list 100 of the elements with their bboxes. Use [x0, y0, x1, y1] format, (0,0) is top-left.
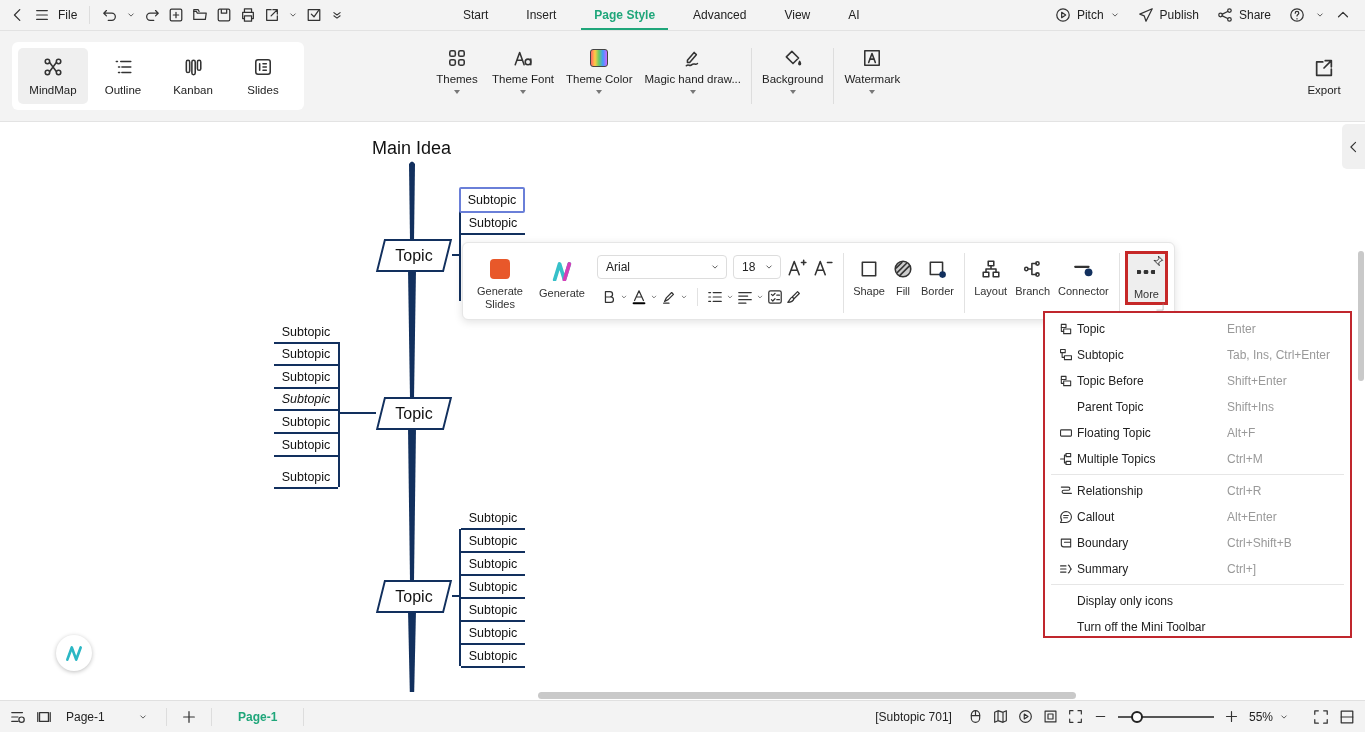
folder-icon[interactable]	[192, 7, 209, 23]
menu-item-label[interactable]: Parent Topic	[1077, 400, 1227, 414]
add-page-icon[interactable]	[181, 708, 197, 725]
font-color-icon[interactable]	[631, 289, 647, 305]
slides-app-icon	[490, 259, 510, 279]
topic-icon	[1059, 348, 1073, 362]
check-document-icon[interactable]	[306, 7, 323, 23]
mode-switch-tab[interactable]: Slides	[228, 48, 298, 104]
border-button[interactable]: Border	[916, 249, 958, 297]
generate-button[interactable]: Generate	[531, 249, 593, 300]
menu-tab[interactable]: Start	[450, 0, 502, 30]
shortcut-text: Shift+Ins	[1227, 400, 1275, 414]
menu-item-label[interactable]: Multiple Topics	[1077, 452, 1227, 466]
menu-item-label[interactable]: Summary	[1077, 562, 1227, 576]
format-painter-icon[interactable]	[786, 289, 802, 305]
caret-icon[interactable]	[126, 10, 137, 20]
export-button[interactable]: Export	[1295, 56, 1353, 96]
menu-item-label[interactable]: Subtopic	[1077, 348, 1227, 362]
caret-icon[interactable]	[650, 293, 658, 301]
publish-button[interactable]: Publish	[1137, 7, 1199, 23]
color-button[interactable]: Theme Color	[560, 48, 639, 94]
share-button[interactable]: Share	[1216, 7, 1271, 23]
file-menu[interactable]: File	[58, 8, 78, 22]
caret-icon[interactable]	[1315, 10, 1325, 20]
shortcut-text: Tab, Ins, Ctrl+Enter	[1227, 348, 1331, 362]
background-button[interactable]: Background	[756, 48, 830, 94]
themes-button[interactable]: Themes	[428, 48, 486, 94]
numbered-list-icon[interactable]	[707, 289, 723, 305]
subtopic-node[interactable]: Subtopic	[459, 187, 525, 213]
shortcut-text: Ctrl+]	[1227, 562, 1256, 576]
font-size-dropdown[interactable]: 18	[733, 255, 781, 279]
boundary-icon	[1059, 536, 1073, 550]
horizontal-scrollbar[interactable]	[538, 692, 1076, 699]
brace-icon	[1059, 562, 1073, 576]
save-icon[interactable]	[216, 7, 233, 23]
caret-icon	[764, 262, 774, 272]
menu-tab[interactable]: AI	[835, 0, 873, 30]
pitch-button[interactable]: Pitch	[1054, 7, 1120, 23]
menu-item-label[interactable]: Display only icons	[1077, 594, 1227, 608]
generate-slides-button[interactable]: Generate Slides	[469, 249, 531, 311]
checklist-icon[interactable]	[767, 289, 783, 305]
fit-screen-icon[interactable]	[1067, 709, 1083, 724]
font-grow-icon[interactable]	[787, 257, 807, 277]
undo-icon[interactable]	[102, 7, 119, 23]
menu-item-label[interactable]: Topic	[1077, 322, 1227, 336]
font-button[interactable]: Theme Font	[486, 48, 560, 94]
menu-item-label[interactable]: Floating Topic	[1077, 426, 1227, 440]
menu-item-label[interactable]: Boundary	[1077, 536, 1227, 550]
align-icon[interactable]	[737, 289, 753, 305]
font-dropdown[interactable]: Arial	[597, 255, 727, 279]
shape-button[interactable]: Shape	[849, 249, 889, 297]
branch-button[interactable]: Branch	[1011, 249, 1054, 297]
fit-page-icon[interactable]	[1042, 709, 1058, 724]
menu-tab[interactable]: View	[771, 0, 824, 30]
watermark-button[interactable]: Watermark	[838, 48, 907, 94]
menu-item-label[interactable]: Turn off the Mini Toolbar	[1077, 620, 1227, 634]
fullscreen-icon[interactable]	[1313, 708, 1329, 725]
caret-icon[interactable]	[726, 293, 734, 301]
mode-switch-tab[interactable]: Kanban	[158, 48, 228, 104]
zoom-in-icon[interactable]	[1223, 709, 1239, 724]
new-file-icon[interactable]	[168, 7, 185, 23]
topic-node[interactable]: Topic	[376, 239, 452, 272]
shortcut-text: Alt+F	[1227, 426, 1256, 440]
hand-draw-button[interactable]: Magic hand draw...	[638, 48, 747, 94]
mindmap-icon	[43, 56, 63, 77]
fill-button[interactable]: Fill	[888, 249, 917, 297]
redo-icon[interactable]	[144, 7, 161, 23]
caret-icon[interactable]	[756, 293, 764, 301]
menu-tab[interactable]: Insert	[513, 0, 570, 30]
page-dropdown[interactable]: Page-1	[62, 709, 152, 724]
more-button[interactable]: More	[1124, 251, 1168, 305]
menu-item-label[interactable]: Topic Before	[1077, 374, 1227, 388]
zoom-dropdown[interactable]: 55%	[1248, 709, 1289, 724]
export-icon[interactable]	[264, 7, 281, 23]
help-icon[interactable]	[1289, 7, 1305, 23]
topic-node[interactable]: Topic	[376, 397, 452, 430]
caret-icon[interactable]	[620, 293, 628, 301]
vertical-scrollbar[interactable]	[1358, 251, 1364, 381]
mode-switch-tab[interactable]: Outline	[88, 48, 158, 104]
rectangle-icon	[1059, 426, 1073, 440]
zoom-slider-thumb[interactable]	[1131, 710, 1144, 723]
caret-icon[interactable]	[680, 293, 688, 301]
layout-button[interactable]: Layout	[970, 249, 1012, 297]
panel-toggle-icon[interactable]	[1339, 708, 1355, 725]
connector-button[interactable]: Connector	[1054, 249, 1113, 297]
menu-item-label[interactable]: Callout	[1077, 510, 1227, 524]
print-icon[interactable]	[240, 7, 257, 23]
menu-tab[interactable]: Advanced	[680, 0, 760, 30]
play-circle-icon[interactable]	[1017, 709, 1033, 724]
caret-icon	[1109, 10, 1120, 20]
pin-icon[interactable]	[1152, 255, 1164, 267]
mode-switch-tab[interactable]: MindMap	[18, 48, 88, 104]
shortcut-text: Ctrl+M	[1227, 452, 1263, 466]
menu-icon[interactable]	[34, 7, 50, 23]
map-icon[interactable]	[992, 709, 1008, 724]
menu-item-label[interactable]: Relationship	[1077, 484, 1227, 498]
send-icon	[1137, 7, 1154, 23]
caret-icon[interactable]	[288, 10, 299, 20]
highlighter-icon[interactable]	[661, 289, 677, 305]
topic-node[interactable]: Topic	[376, 580, 452, 613]
